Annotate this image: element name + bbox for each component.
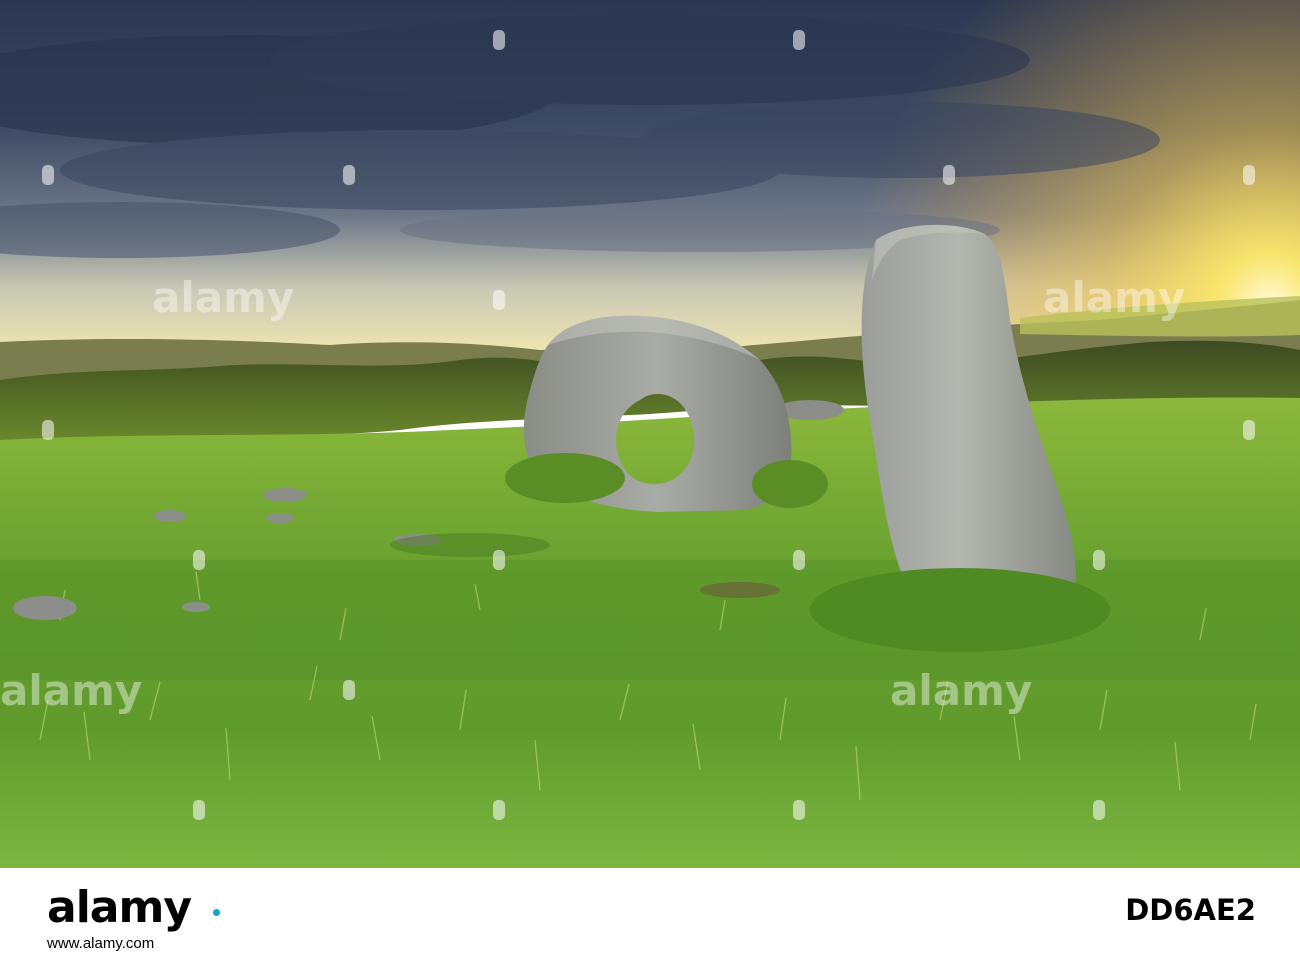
watermark-text: alamy (890, 666, 1032, 715)
image-id: DD6AE2 (1125, 893, 1256, 927)
watermark-text: alamy (0, 666, 142, 715)
site-url: www.alamy.com (47, 935, 155, 952)
watermark-text: alamy (152, 273, 294, 322)
brand-logo: alamy (47, 882, 192, 933)
logo-dot-icon (213, 909, 220, 916)
stock-footer (0, 868, 1300, 957)
watermark-text: alamy (1043, 273, 1185, 322)
photo: alamy alamy alamy alamy (0, 0, 1300, 868)
